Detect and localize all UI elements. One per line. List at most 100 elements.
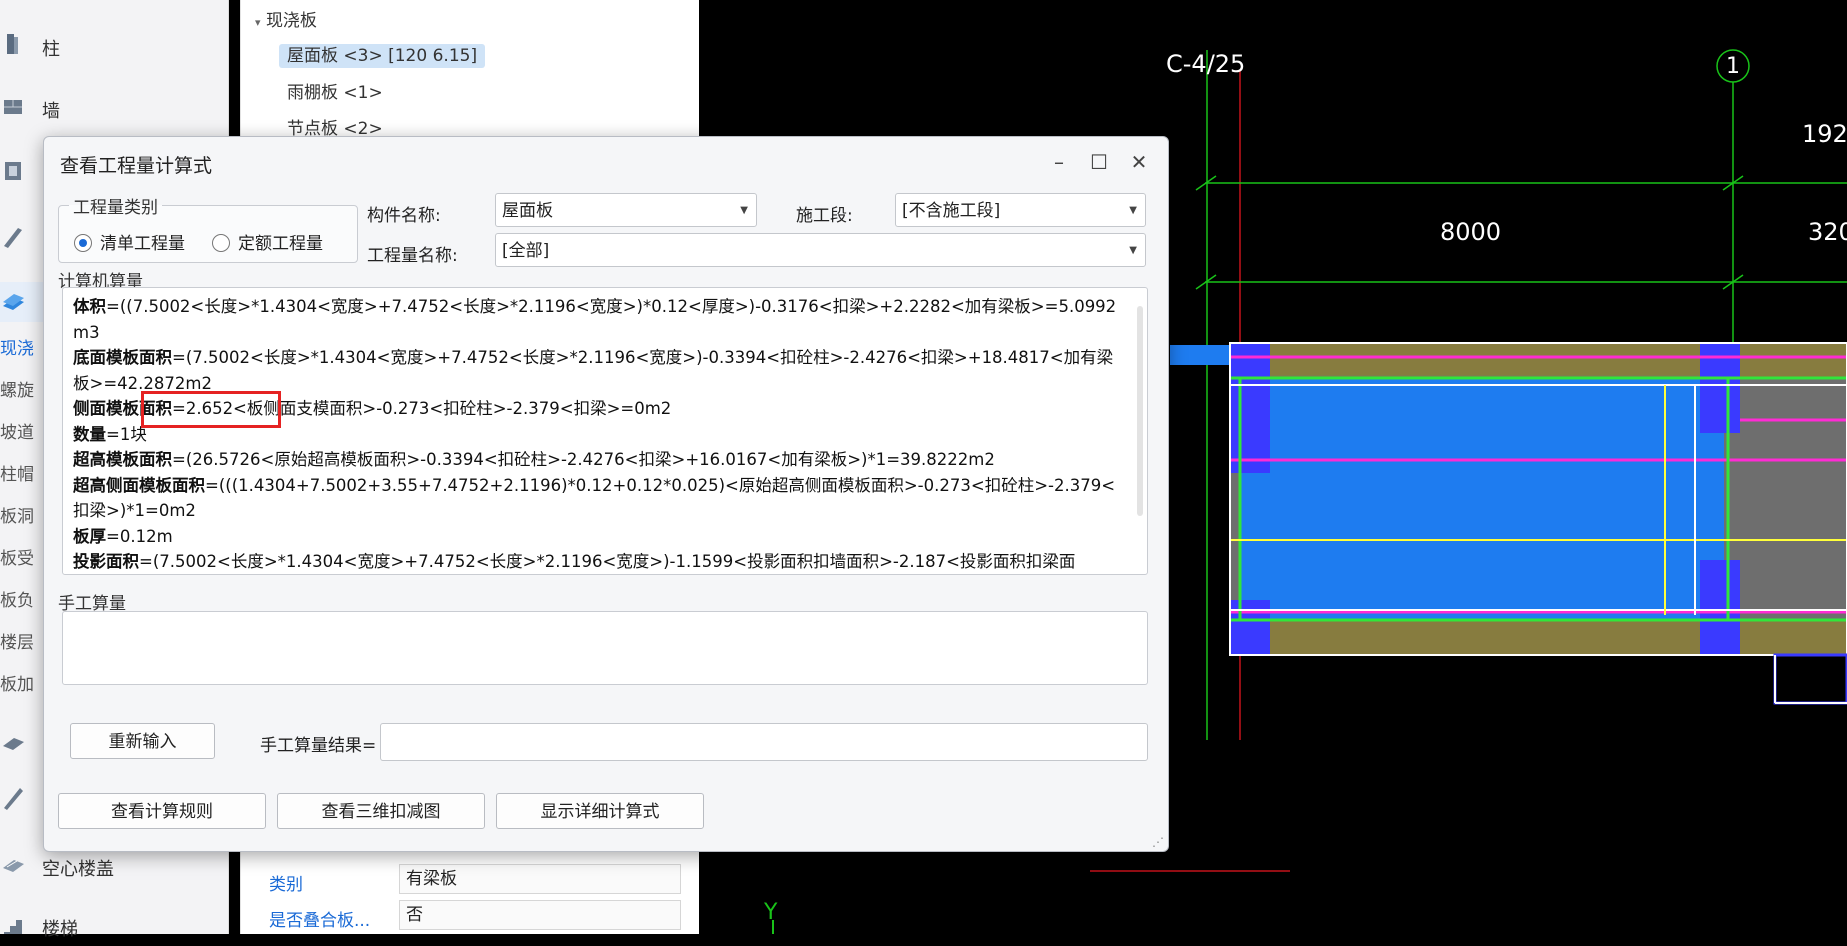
close-button[interactable]: ✕ bbox=[1124, 147, 1154, 177]
quantity-name-select[interactable]: [全部] ▼ bbox=[495, 233, 1146, 267]
radio-label: 清单工程量 bbox=[100, 234, 185, 254]
property-value[interactable]: 否 bbox=[399, 900, 681, 930]
slab-selected-region[interactable] bbox=[1240, 375, 1724, 620]
property-name: 是否叠合板... bbox=[269, 911, 371, 931]
radio-label: 定额工程量 bbox=[238, 234, 323, 254]
sidebar-sub-item[interactable]: 螺旋 bbox=[0, 376, 34, 406]
formula-expression: =(26.5726<原始超高模板面积>-0.3394<扣砼柱>-2.4276<扣… bbox=[172, 450, 995, 469]
select-value: 屋面板 bbox=[502, 201, 553, 221]
group-label: 工程量类别 bbox=[73, 198, 158, 218]
formula-name: 数量 bbox=[73, 424, 106, 444]
formula-name: 超高侧面模板面积 bbox=[73, 475, 205, 495]
reinput-button[interactable]: 重新输入 bbox=[70, 723, 215, 759]
maximize-button[interactable]: ☐ bbox=[1084, 147, 1114, 177]
stage-select[interactable]: [不含施工段] ▼ bbox=[895, 193, 1146, 227]
formula-expression: =(((1.4304+7.5002+3.55+7.4752+2.1196)*0.… bbox=[73, 475, 1116, 521]
sidebar-sub-item[interactable]: 板洞 bbox=[0, 502, 34, 532]
component-name-select[interactable]: 屋面板 ▼ bbox=[495, 193, 757, 227]
radio-quota-quantity[interactable]: 定额工程量 bbox=[212, 229, 323, 254]
computer-calc-formula-box[interactable]: 体积=((7.5002<长度>*1.4304<宽度>+7.4752<长度>*2.… bbox=[62, 287, 1148, 575]
sidebar-sub-item[interactable]: 现浇 bbox=[0, 334, 34, 364]
sidebar-sub-item[interactable]: 板受 bbox=[0, 544, 34, 574]
close-icon: ✕ bbox=[1130, 150, 1148, 174]
resize-grip-icon[interactable]: ⋰ bbox=[1152, 835, 1164, 849]
slab-tool-icon bbox=[3, 738, 24, 750]
beam-icon bbox=[4, 228, 22, 248]
dropdown-arrow-icon: ▼ bbox=[1129, 245, 1137, 256]
tree-group-label: 现浇板 bbox=[265, 11, 317, 31]
sidebar-item-column[interactable]: 柱 bbox=[0, 26, 228, 66]
show-detail-button[interactable]: 显示详细计算式 bbox=[496, 793, 704, 829]
sidebar-sub-item[interactable]: 柱帽 bbox=[0, 460, 34, 490]
formula-line: 投影面积=(7.5002<长度>*1.4304<宽度>+7.4752<长度>*2… bbox=[73, 549, 1119, 574]
formula-list: 体积=((7.5002<长度>*1.4304<宽度>+7.4752<长度>*2.… bbox=[63, 288, 1147, 574]
view-rules-button[interactable]: 查看计算规则 bbox=[58, 793, 266, 829]
sidebar-sub-item[interactable]: 板负 bbox=[0, 586, 34, 616]
vertical-scrollbar[interactable] bbox=[1137, 306, 1143, 516]
sidebar-item-hollow-floor[interactable]: 空心楼盖 bbox=[0, 846, 228, 886]
manual-result-input[interactable] bbox=[380, 723, 1148, 761]
sidebar-item-label: 柱 bbox=[42, 39, 60, 60]
formula-line: 超高模板面积=(26.5726<原始超高模板面积>-0.3394<扣砼柱>-2.… bbox=[73, 447, 1119, 473]
quantity-name-label: 工程量名称: bbox=[367, 246, 458, 266]
formula-expression: =(7.5002<长度>*1.4304<宽度>+7.4752<长度>*2.119… bbox=[73, 348, 1114, 393]
minimize-button[interactable]: – bbox=[1044, 147, 1074, 177]
tree-group[interactable]: ▾ 现浇板 bbox=[255, 6, 317, 36]
dimension-label: 8000 bbox=[1440, 218, 1502, 246]
component-name-label: 构件名称: bbox=[367, 206, 441, 226]
select-value: [不含施工段] bbox=[902, 201, 1001, 221]
dialog-title: 查看工程量计算式 bbox=[60, 155, 213, 177]
sidebar-sub-item[interactable]: 坡道 bbox=[0, 418, 34, 448]
wall-icon bbox=[4, 100, 22, 114]
formula-name: 体积 bbox=[73, 297, 106, 316]
tree-node-label: 雨棚板 <1> bbox=[287, 83, 383, 103]
slab-icon bbox=[3, 294, 24, 310]
dimension-label: 192 bbox=[1802, 120, 1847, 148]
property-value[interactable]: 有梁板 bbox=[399, 864, 681, 894]
select-value: [全部] bbox=[502, 241, 550, 261]
dimension-label: 320 bbox=[1808, 218, 1847, 246]
tree-node-canopy-slab[interactable]: 雨棚板 <1> bbox=[287, 78, 383, 108]
y-axis-label: Y bbox=[764, 900, 778, 925]
sidebar-item-label: 空心楼盖 bbox=[42, 859, 114, 880]
property-row-composite: 是否叠合板... 否 bbox=[241, 898, 699, 934]
tree-node-roof-slab[interactable]: 屋面板 <3> [120 6.15] bbox=[279, 41, 486, 71]
radio-checked-icon bbox=[74, 234, 92, 252]
stairs-icon bbox=[4, 920, 22, 934]
formula-expression: =(7.5002<长度>*1.4304<宽度>+7.4752<长度>*2.119… bbox=[139, 552, 1076, 571]
sidebar-item-label: 楼梯 bbox=[42, 919, 78, 940]
door-window-icon bbox=[5, 162, 21, 180]
radio-bill-quantity[interactable]: 清单工程量 bbox=[74, 229, 185, 254]
formula-expression: =((7.5002<长度>*1.4304<宽度>+7.4752<长度>*2.11… bbox=[73, 297, 1117, 342]
manual-calc-textarea[interactable] bbox=[62, 611, 1148, 685]
sidebar-item-wall[interactable]: 墙 bbox=[0, 88, 228, 128]
quantity-formula-dialog: 查看工程量计算式 – ☐ ✕ 工程量类别 清单工程量 定额工程量 构件名称: 屋… bbox=[43, 136, 1169, 852]
column-icon bbox=[7, 34, 18, 54]
formula-line: 超高侧面模板面积=(((1.4304+7.5002+3.55+7.4752+2.… bbox=[73, 473, 1119, 524]
formula-name: 超高模板面积 bbox=[73, 450, 172, 469]
maximize-icon: ☐ bbox=[1090, 150, 1108, 174]
formula-name: 板厚 bbox=[73, 526, 106, 546]
axis-bubble-label: 1 bbox=[1726, 54, 1740, 79]
sidebar-sub-item[interactable]: 楼层 bbox=[0, 628, 34, 658]
minimize-icon: – bbox=[1054, 150, 1064, 174]
formula-expression: =0.12m bbox=[106, 526, 173, 546]
manual-result-label: 手工算量结果= bbox=[260, 736, 377, 756]
radio-unchecked-icon bbox=[212, 234, 230, 252]
formula-line: 体积=((7.5002<长度>*1.4304<宽度>+7.4752<长度>*2.… bbox=[73, 294, 1119, 345]
sidebar-item-stairs[interactable]: 楼梯 bbox=[0, 906, 228, 946]
view-3d-button[interactable]: 查看三维扣减图 bbox=[277, 793, 485, 829]
formula-name: 底面模板面积 bbox=[73, 348, 172, 367]
sidebar-item-label: 墙 bbox=[42, 101, 60, 122]
hollow-floor-icon bbox=[3, 860, 24, 872]
highlight-annotation bbox=[141, 391, 281, 428]
caret-down-icon[interactable]: ▾ bbox=[255, 16, 261, 29]
stage-label: 施工段: bbox=[796, 206, 853, 226]
formula-line: 底面模板面积=(7.5002<长度>*1.4304<宽度>+7.4752<长度>… bbox=[73, 345, 1119, 396]
ramp-icon bbox=[4, 788, 23, 810]
sidebar-sub-item[interactable]: 板加 bbox=[0, 670, 34, 700]
property-row-category: 类别 有梁板 bbox=[241, 862, 699, 898]
dropdown-arrow-icon: ▼ bbox=[1129, 205, 1137, 216]
tree-node-label: 屋面板 <3> [120 6.15] bbox=[279, 44, 486, 68]
formula-name: 投影面积 bbox=[73, 552, 139, 571]
